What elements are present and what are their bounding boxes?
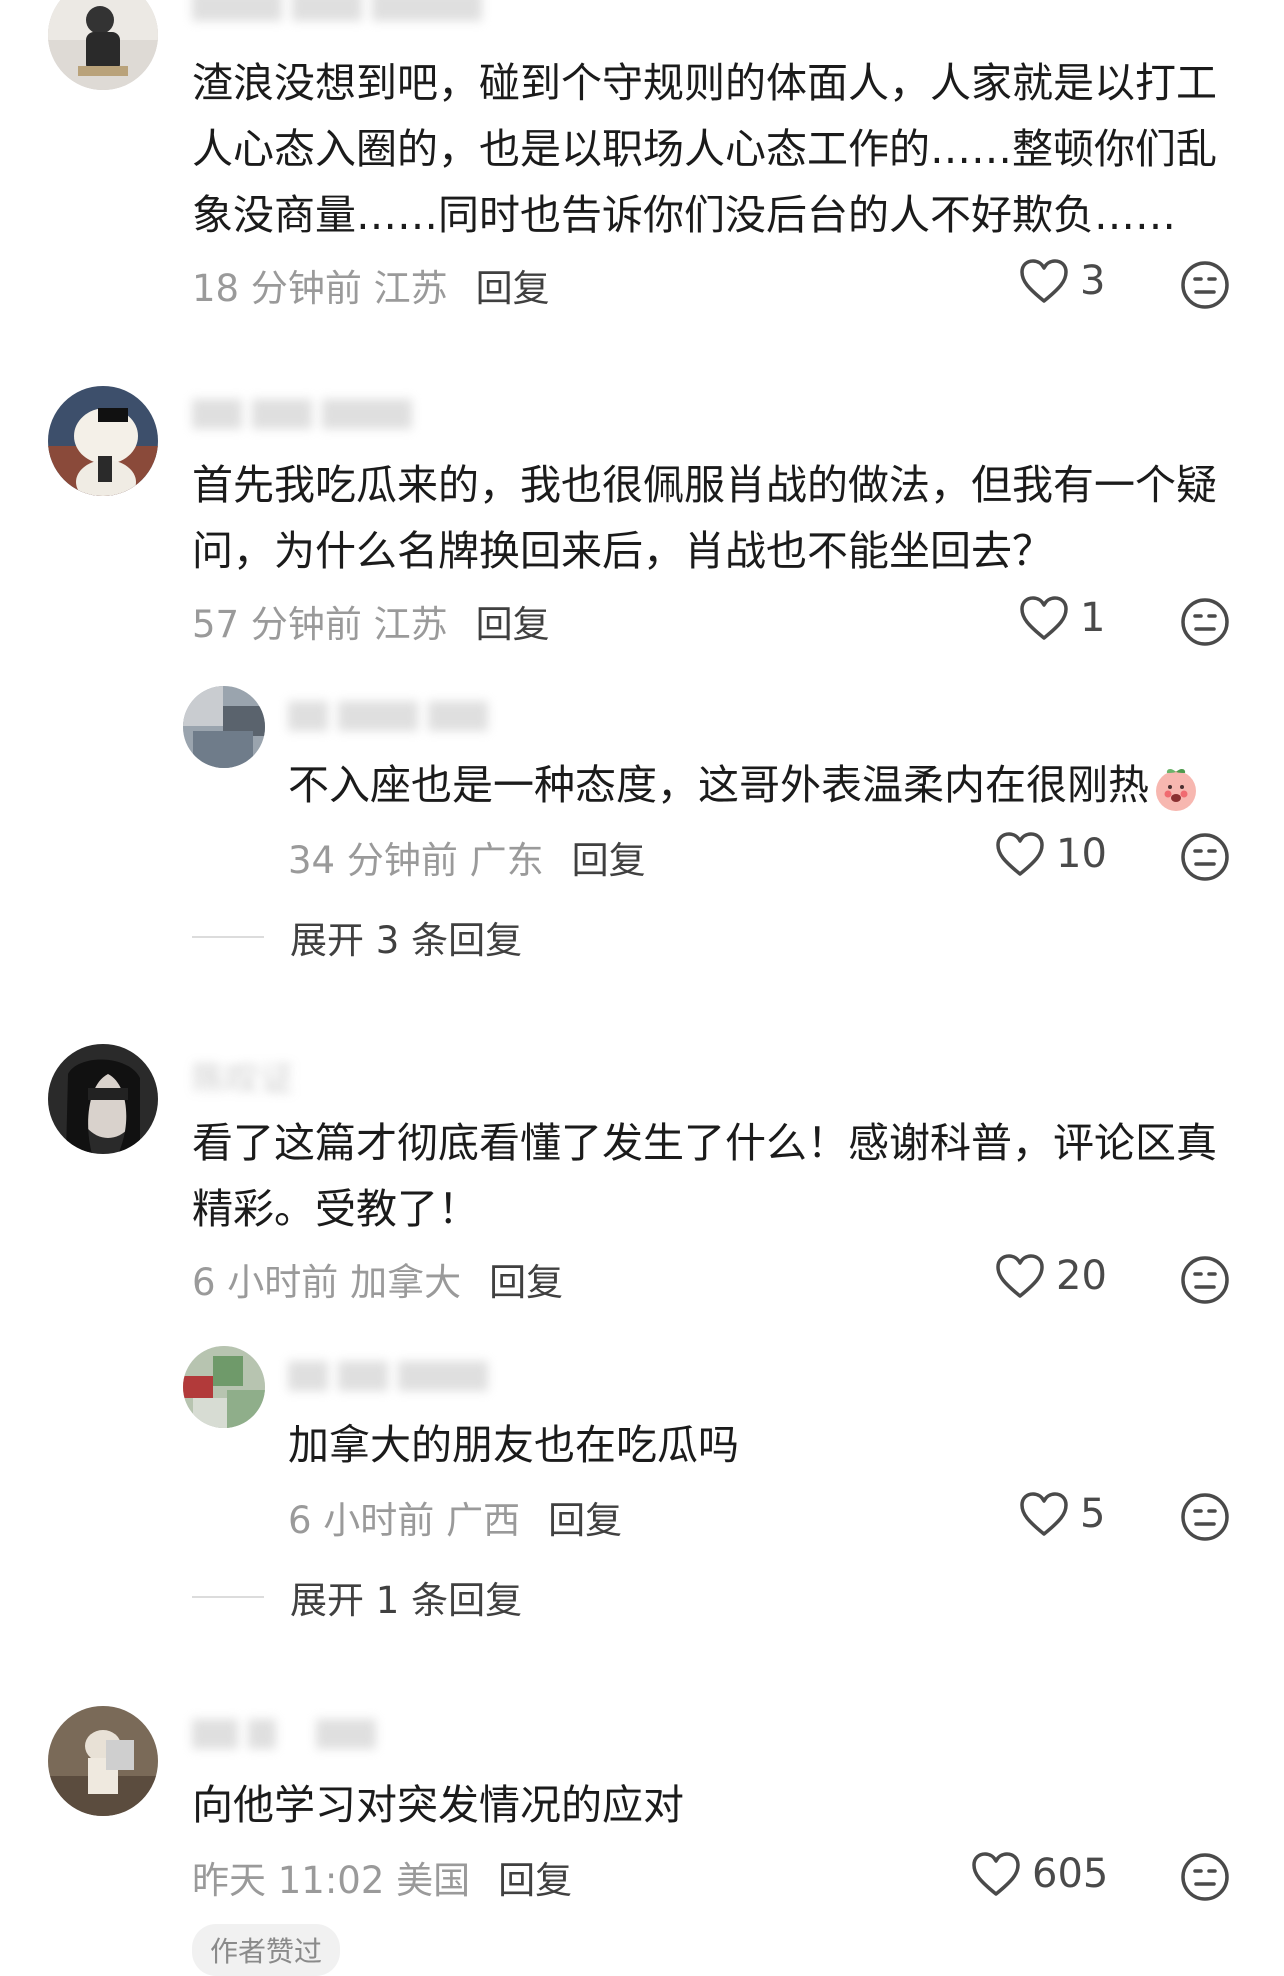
comment-text: 渣浪没想到吧，碰到个守规则的体面人，人家就是以打工人心态入圈的，也是以职场人心态…: [192, 59, 1217, 239]
comment-meta: 6 小时前 广西 回复: [288, 1490, 622, 1544]
avatar[interactable]: [183, 1346, 265, 1428]
comment-meta: 18 分钟前 江苏 回复: [192, 258, 550, 312]
blushing-peach-emoji: [1156, 769, 1196, 811]
time-location: 18 分钟前 江苏: [192, 267, 448, 310]
time-location: 34 分钟前 广东: [288, 839, 544, 882]
comment-meta: 6 小时前 加拿大 回复: [192, 1252, 563, 1306]
like-count: 1: [1080, 595, 1106, 641]
divider: [192, 1596, 264, 1598]
username[interactable]: [288, 1354, 498, 1394]
like-count: 3: [1080, 258, 1106, 304]
avatar[interactable]: [48, 1706, 158, 1816]
expand-label: 展开 1 条回复: [290, 1579, 523, 1622]
comment-meta: 34 分钟前 广东 回复: [288, 830, 646, 884]
heart-outline-icon: [972, 1852, 1020, 1896]
reply-button[interactable]: 回复: [572, 839, 646, 882]
username[interactable]: [192, 392, 422, 432]
time-location: 6 小时前 加拿大: [192, 1261, 462, 1304]
like-button[interactable]: 1: [1018, 594, 1105, 642]
reply-button[interactable]: 回复: [498, 1859, 572, 1902]
neutral-face-icon[interactable]: [1180, 1255, 1230, 1305]
avatar[interactable]: [48, 1044, 158, 1154]
neutral-face-icon[interactable]: [1180, 1492, 1230, 1542]
neutral-face-icon[interactable]: [1180, 260, 1230, 310]
heart-outline-icon: [1020, 596, 1068, 640]
neutral-face-icon[interactable]: [1180, 832, 1230, 882]
comment-meta: 57 分钟前 江苏 回复: [192, 594, 550, 648]
heart-outline-icon: [996, 832, 1044, 876]
neutral-face-icon[interactable]: [1180, 1852, 1230, 1902]
time-location: 6 小时前 广西: [288, 1499, 521, 1542]
like-count: 5: [1080, 1491, 1106, 1537]
divider: [192, 936, 264, 938]
username[interactable]: [192, 1712, 386, 1752]
username[interactable]: [192, 0, 492, 24]
comment-text: 加拿大的朋友也在吃瓜吗: [288, 1421, 739, 1469]
reply-button[interactable]: 回复: [489, 1261, 563, 1304]
author-liked-badge: 作者赞过: [192, 1924, 341, 1976]
username[interactable]: 陈叹证: [192, 1052, 294, 1092]
reply-text: 不入座也是一种态度，这哥外表温柔内在很刚热: [288, 761, 1149, 809]
like-button[interactable]: 3: [1018, 257, 1105, 305]
expand-replies-button[interactable]: 展开 1 条回复: [192, 1570, 522, 1624]
avatar[interactable]: [48, 0, 158, 90]
comment-text: 首先我吃瓜来的，我也很佩服肖战的做法，但我有一个疑问，为什么名牌换回来后，肖战也…: [192, 461, 1217, 575]
like-button[interactable]: 20: [994, 1252, 1107, 1300]
time-location: 昨天 11:02 美国: [192, 1859, 471, 1902]
avatar[interactable]: [183, 686, 265, 768]
comment-meta: 昨天 11:02 美国 回复: [192, 1850, 572, 1904]
like-count: 605: [1032, 1851, 1109, 1897]
avatar[interactable]: [48, 386, 158, 496]
comment-text: 不入座也是一种态度，这哥外表温柔内在很刚热: [288, 752, 1248, 818]
time-location: 57 分钟前 江苏: [192, 603, 448, 646]
expand-label: 展开 3 条回复: [290, 919, 523, 962]
like-button[interactable]: 5: [1018, 1490, 1105, 1538]
neutral-face-icon[interactable]: [1180, 597, 1230, 647]
heart-outline-icon: [1020, 1492, 1068, 1536]
like-count: 20: [1056, 1253, 1107, 1299]
heart-outline-icon: [1020, 259, 1068, 303]
reply-button[interactable]: 回复: [476, 267, 550, 310]
username[interactable]: [288, 694, 498, 734]
expand-replies-button[interactable]: 展开 3 条回复: [192, 910, 522, 964]
comment-text: 向他学习对突发情况的应对: [192, 1781, 684, 1829]
like-button[interactable]: 605: [970, 1850, 1108, 1898]
like-button[interactable]: 10: [994, 830, 1107, 878]
heart-outline-icon: [996, 1254, 1044, 1298]
reply-button[interactable]: 回复: [476, 603, 550, 646]
comment-text: 看了这篇才彻底看懂了发生了什么！感谢科普，评论区真精彩。受教了！: [192, 1119, 1217, 1233]
reply-button[interactable]: 回复: [548, 1499, 622, 1542]
like-count: 10: [1056, 831, 1107, 877]
